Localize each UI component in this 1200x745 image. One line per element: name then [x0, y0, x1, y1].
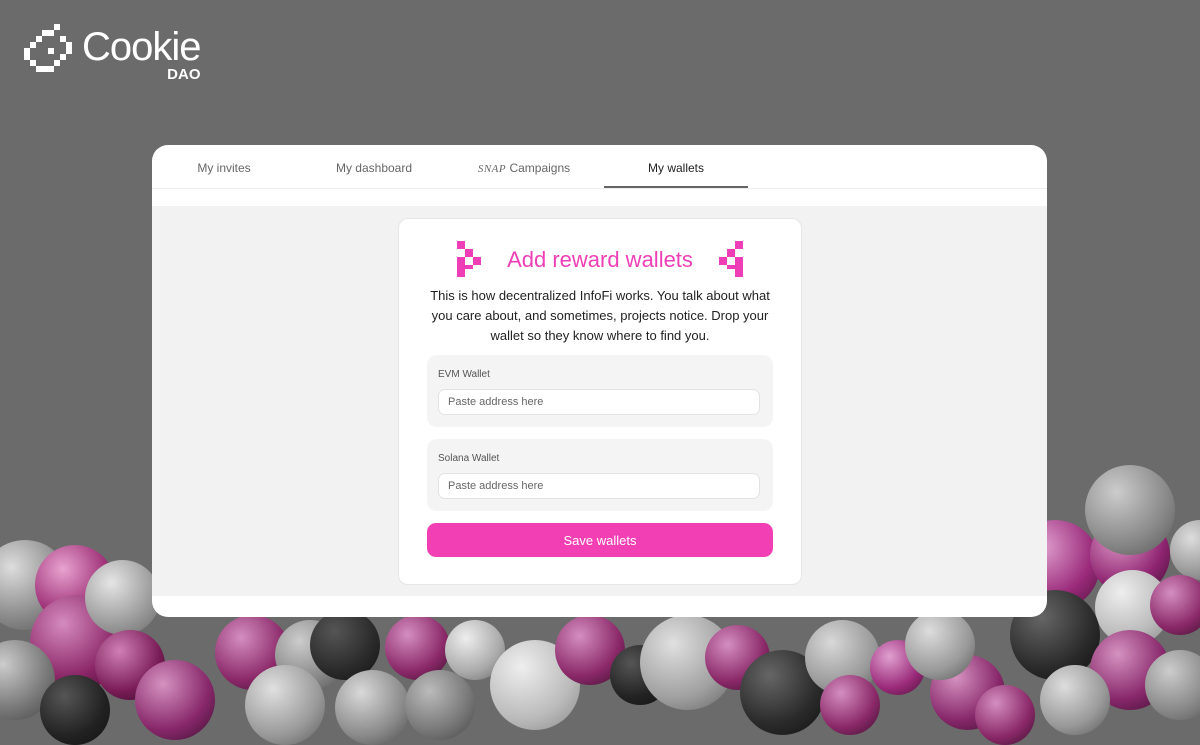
tab-my-wallets[interactable]: My wallets — [604, 145, 748, 188]
solana-wallet-group: Solana Wallet — [427, 439, 773, 511]
panel-description: This is how decentralized InfoFi works. … — [430, 288, 770, 343]
evm-wallet-group: EVM Wallet — [427, 355, 773, 427]
snap-logo: SNAP — [477, 163, 507, 175]
main-card: My invites My dashboard SNAP Campaigns M… — [152, 145, 1047, 617]
solana-wallet-label: Solana Wallet — [438, 453, 500, 464]
evm-wallet-label: EVM Wallet — [438, 369, 490, 380]
tab-label: My dashboard — [335, 161, 413, 175]
pixel-decoration-right-icon — [719, 241, 743, 277]
tab-my-invites[interactable]: My invites — [152, 145, 296, 188]
brand-name: Cookie — [82, 25, 202, 69]
wallets-panel: Add reward wallets This is how decentral… — [398, 218, 802, 585]
evm-wallet-input[interactable] — [438, 389, 760, 415]
tab-label: My wallets — [647, 161, 704, 175]
content-area: Add reward wallets This is how decentral… — [152, 206, 1047, 596]
tab-bar: My invites My dashboard SNAP Campaigns M… — [152, 145, 1047, 189]
save-wallets-button[interactable]: Save wallets — [427, 523, 773, 557]
heading-row: Add reward wallets — [399, 241, 801, 277]
tab-label: My invites — [197, 161, 251, 175]
tab-label: Campaigns — [509, 161, 571, 175]
cookie-logo-icon — [24, 24, 72, 72]
solana-wallet-input[interactable] — [438, 473, 760, 499]
tab-snap-campaigns[interactable]: SNAP Campaigns — [452, 145, 596, 188]
tab-my-dashboard[interactable]: My dashboard — [302, 145, 446, 188]
brand-logo[interactable]: Cookie DAO — [24, 24, 202, 83]
